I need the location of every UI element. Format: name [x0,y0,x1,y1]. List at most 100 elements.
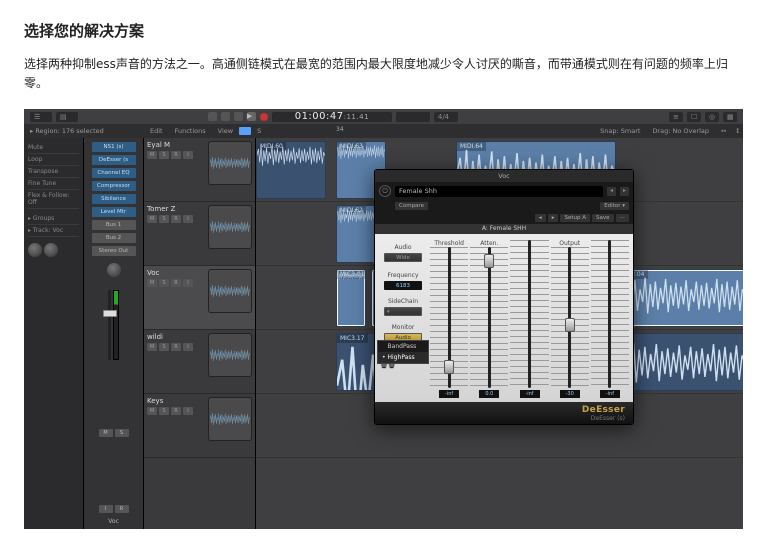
track-s-button[interactable]: S [159,151,169,159]
plugin-titlebar[interactable]: Voc [375,170,633,182]
track-m-button[interactable]: M [147,215,157,223]
output-slot[interactable]: Stereo Out [92,246,136,256]
insert-slot[interactable]: Channel EQ [92,168,136,178]
dropdown-item-bandpass[interactable]: •BandPass [378,341,428,352]
forward-button[interactable] [221,112,230,121]
sidechain-dropdown[interactable]: •BandPass •HighPass [377,340,429,364]
preset-selector[interactable]: Female Shh [395,186,603,197]
track-i-button[interactable]: I [183,215,193,223]
slider-Output[interactable]: Output -30 [551,240,589,398]
track-s-button[interactable]: S [159,215,169,223]
region[interactable]: MIDI.60 [256,141,326,199]
plugin-window[interactable]: Voc ⏻ Female Shh ◂ ▸ Compare Editor ▾ ◂ … [374,169,634,425]
save-button[interactable]: Save [592,214,614,222]
track-icon[interactable] [208,397,252,441]
track-m-button[interactable]: M [147,151,157,159]
track-icon[interactable] [208,269,252,313]
drag-value[interactable]: No Overlap [673,127,709,135]
solo-button[interactable]: S [115,429,129,437]
mute-button[interactable]: M [99,429,113,437]
track-header[interactable]: Voc MSRI [144,266,255,330]
track-header[interactable]: Keys MSRI [144,394,255,458]
setup-button[interactable]: Setup A [560,214,590,222]
pan-knob-icon[interactable] [107,263,121,277]
track-r-button[interactable]: R [171,279,181,287]
slider-thumb[interactable] [444,360,454,374]
edit-menu[interactable]: Edit [144,127,169,135]
track-s-button[interactable]: S [159,407,169,415]
timecode-display[interactable]: 01:00:47:11.41 [272,112,392,122]
loops-icon[interactable]: ◎ [705,112,719,122]
track-icon[interactable] [208,333,252,377]
track-r-button[interactable]: R [171,151,181,159]
insp-flex[interactable]: Flex & Follow: Off [28,190,79,209]
track-icon[interactable] [208,205,252,249]
slider-thumb[interactable] [565,318,575,332]
wide-button[interactable]: Wide [384,253,422,262]
slider-Threshold[interactable]: Threshold -inf [430,240,468,398]
insp-track[interactable]: ▸ Track: Voc [28,225,79,237]
track-i-button[interactable]: I [183,343,193,351]
insp-loop[interactable]: Loop [28,154,79,166]
slider-thumb[interactable] [484,254,494,268]
snap-value[interactable]: Smart [621,127,641,135]
track-header[interactable]: Eyal M MSRI [144,138,255,202]
browser-icon[interactable]: ▦ [723,112,737,122]
track-i-button[interactable]: I [183,407,193,415]
track-m-button[interactable]: M [147,407,157,415]
insert-slot[interactable]: DeEsser (s [92,155,136,165]
insp-mute[interactable]: Mute [28,142,79,154]
region[interactable]: MIC3.04 [616,269,743,327]
track-r-button[interactable]: R [171,215,181,223]
sidechain-selector[interactable]: ▾ [384,307,422,316]
track-s-button[interactable]: S [159,279,169,287]
play-button[interactable]: ▶ [247,112,256,121]
track-header[interactable]: Tomer Z MSRI [144,202,255,266]
track-icon[interactable] [208,141,252,185]
track-r-button[interactable]: R [171,343,181,351]
send-slot[interactable]: Bus 1 [92,220,136,230]
track-s-button[interactable]: S [159,343,169,351]
rec-button[interactable]: R [115,505,129,513]
insert-slot[interactable]: Level Mtr [92,207,136,217]
insp-groups[interactable]: ▸ Groups [28,213,79,225]
notes-icon[interactable]: ☐ [687,112,701,122]
track-header[interactable]: wildi MSRI [144,330,255,394]
insert-slot[interactable]: NS1 (s) [92,142,136,152]
send-slot[interactable]: Bus 2 [92,233,136,243]
track-m-button[interactable]: M [147,279,157,287]
fader[interactable] [108,290,111,360]
track-i-button[interactable]: I [183,279,193,287]
knob-icon[interactable] [44,243,58,257]
compare-button[interactable]: Compare [395,202,428,210]
insp-transpose[interactable]: Transpose [28,166,79,178]
list-editors-icon[interactable]: ≡ [669,112,683,122]
dropdown-item-highpass[interactable]: •HighPass [378,352,428,363]
power-icon[interactable]: ⏻ [379,185,391,197]
insp-finetune[interactable]: Fine Tune [28,178,79,190]
insert-slot[interactable]: Compressor [92,181,136,191]
slider-Atten.[interactable]: Atten. 0.0 [470,240,508,398]
functions-menu[interactable]: Functions [169,127,212,135]
track-r-button[interactable]: R [171,407,181,415]
editor-button[interactable]: Editor ▾ [600,202,629,210]
next-preset-icon[interactable]: ▸ [620,187,629,196]
knob-icon[interactable] [28,243,42,257]
menu-button[interactable]: ⋯ [616,214,630,222]
tempo-display[interactable] [396,112,430,122]
zoom-h-icon[interactable]: ↔ [715,127,729,135]
stop-button[interactable] [234,112,243,121]
region[interactable]: MIC3.01 [336,269,366,327]
signature-display[interactable]: 4/4 [434,112,458,122]
input-button[interactable]: I [99,505,113,513]
record-button[interactable] [260,113,268,121]
insert-slot[interactable]: Sibilance [92,194,136,204]
redo-button[interactable]: ▸ [548,214,559,222]
undo-button[interactable]: ◂ [535,214,546,222]
view-menu[interactable]: View [212,127,239,135]
inspector-toggle-icon[interactable]: ▤ [56,112,78,122]
track-m-button[interactable]: M [147,343,157,351]
catch-playhead-icon[interactable] [239,127,251,135]
track-i-button[interactable]: I [183,151,193,159]
frequency-value[interactable]: 6183 [384,281,422,290]
